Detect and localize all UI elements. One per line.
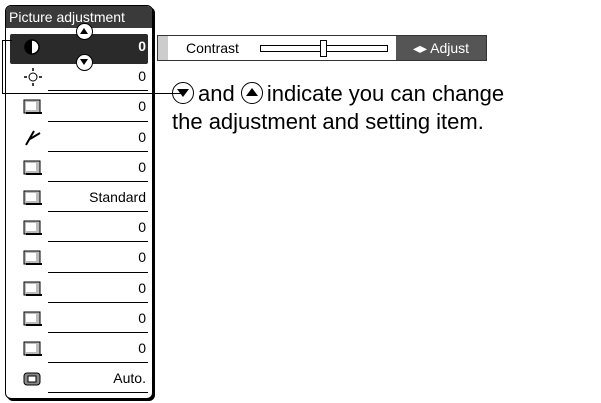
value-underline [48,271,148,273]
menu-item[interactable]: 0 [6,94,152,124]
value-underline [48,331,148,333]
value-underline [48,90,148,92]
menu-item[interactable]: 0 [6,215,152,245]
value-underline [48,392,148,394]
setting-icon-2 [22,310,44,328]
value-underline [48,150,148,152]
bracket-line [2,93,185,94]
menu-item-value: 0 [138,68,146,85]
tint-icon [22,129,44,147]
menu-item-value: 0 [138,279,146,296]
bracket-line [2,40,12,41]
value-underline [48,301,148,303]
color-icon [22,98,44,116]
instruction-note: and indicate you can change the adjustme… [172,80,504,136]
menu-item[interactable]: 0 [6,125,152,155]
auto-icon [22,370,44,388]
menu-item[interactable]: 0 [6,306,152,336]
value-underline [48,362,148,364]
value-underline [48,241,148,243]
value-underline [48,211,148,213]
color-temperature-icon [22,189,44,207]
contrast-slider-knob[interactable] [320,40,327,57]
up-button-icon [240,82,263,104]
note-line1: indicate you can change [266,81,505,106]
menu-item[interactable]: Auto. [6,366,152,396]
sharpness-icon [22,159,44,177]
menu-item-value: 0 [138,158,146,175]
brightness-icon [22,68,44,87]
menu-item[interactable]: 0 [6,276,152,306]
value-underline [48,180,148,182]
menu-item[interactable]: 0 [6,336,152,366]
contrast-adjust-bar[interactable]: Contrast ◂▸ Adjust [157,35,487,61]
menu-item[interactable]: 0 [6,245,152,275]
bar-stub [158,36,168,60]
adjust-hint: ◂▸ Adjust [396,36,486,60]
menu-item[interactable]: Standard [6,185,152,215]
down-button-icon [172,82,194,104]
down-arrow-icon [76,54,93,71]
menu-item-value: 0 [138,98,146,115]
left-right-arrows-icon: ◂▸ [412,40,427,56]
menu-item-value: 0 [138,38,146,54]
menu-item-value: Auto. [113,370,146,387]
red-icon [22,219,44,237]
setting-icon-1 [22,280,44,298]
menu-rows: 0 0 0 0 0 Standard 0 0 0 0 0 Auto. [6,34,152,396]
setting-icon-3 [22,340,44,358]
menu-item-value: Standard [89,188,146,205]
menu-item-value: 0 [138,219,146,236]
bracket-line [2,40,3,94]
note-and: and [198,81,235,106]
menu-item-value: 0 [138,128,146,145]
value-underline [48,120,148,122]
menu-item-value: 0 [138,249,146,266]
menu-item-value: 0 [138,309,146,326]
blue-icon [22,249,44,267]
adjust-label: Adjust [430,40,470,56]
menu-item[interactable]: 0 [6,155,152,185]
contrast-label: Contrast [186,40,239,56]
note-line2: the adjustment and setting item. [172,109,484,134]
menu-item-value: 0 [138,339,146,356]
contrast-icon [22,38,44,56]
up-arrow-icon [76,23,93,40]
